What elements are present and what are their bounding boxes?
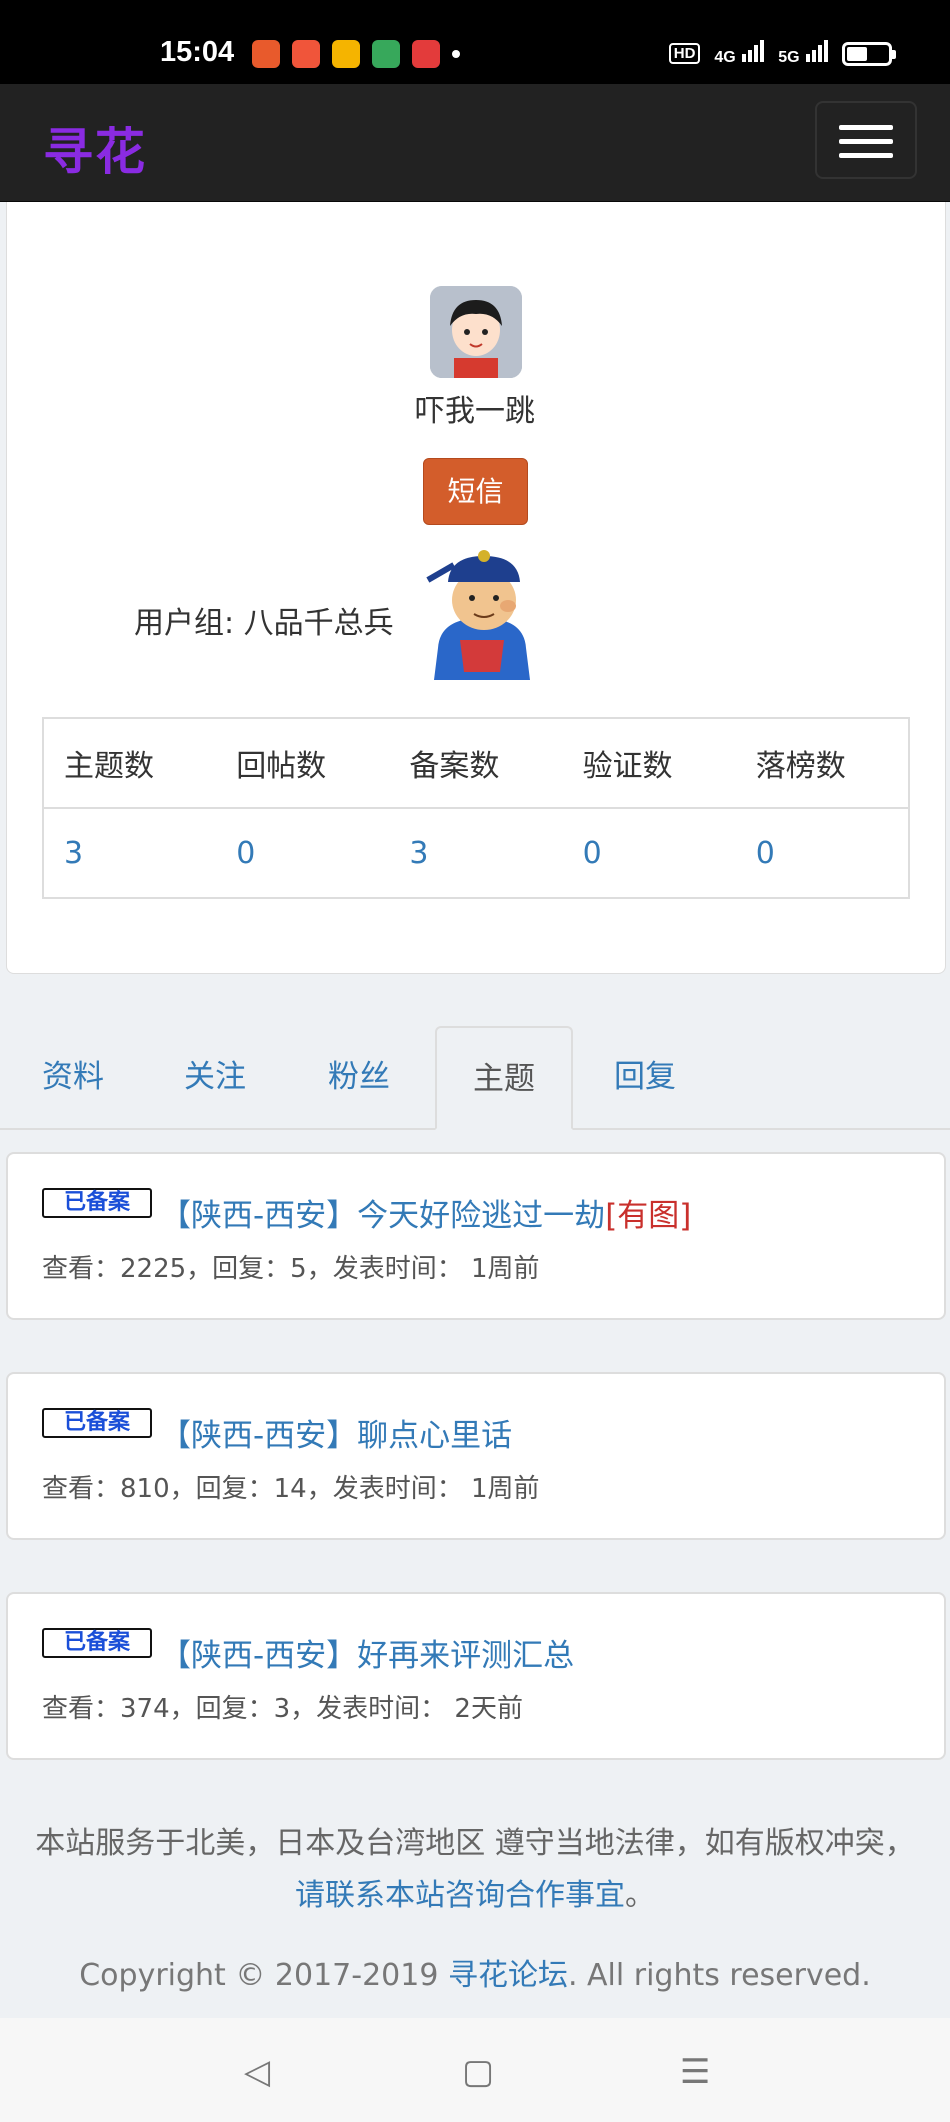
recents-menu-icon[interactable]: ☰: [680, 2052, 710, 2092]
more-notifications-dot: [452, 50, 460, 58]
topic-item: 已备案 【陕西-西安】今天好险逃过一劫[有图] 查看：2225，回复：5，发表时…: [6, 1152, 946, 1320]
app-notification-icon: [332, 40, 360, 68]
stat-header-verified: 验证数: [562, 718, 736, 809]
status-time: 15:04: [160, 36, 235, 68]
user-group-label: 用户组: 八品千总兵: [134, 606, 394, 641]
user-stats-table: 主题数 回帖数 备案数 验证数 落榜数 3 0 3 0 0: [42, 717, 910, 899]
stats-header-row: 主题数 回帖数 备案数 验证数 落榜数: [43, 718, 909, 809]
recorded-badge: 已备案: [42, 1408, 152, 1438]
hd-label: HD: [668, 43, 701, 64]
contact-link[interactable]: 请联系本站咨询合作事宜: [295, 1878, 625, 1913]
tab-profile[interactable]: 资料: [42, 1026, 104, 1130]
username: 吓我一跳: [415, 394, 535, 429]
app-notification-icon: [292, 40, 320, 68]
signal-icon: [742, 40, 765, 62]
recorded-badge: 已备案: [42, 1628, 152, 1658]
stats-value-row: 3 0 3 0 0: [43, 808, 909, 898]
back-icon[interactable]: ◁: [244, 2052, 270, 2092]
battery-icon: [842, 41, 896, 66]
topic-title-link[interactable]: 【陕西-西安】今天好险逃过一劫[有图]: [160, 1190, 691, 1235]
topic-meta: 查看：2225，回复：5，发表时间： 1周前: [42, 1254, 540, 1284]
home-icon[interactable]: ▢: [462, 2052, 494, 2092]
status-app-icons: [252, 40, 460, 68]
rank-avatar-image: [420, 548, 544, 684]
tab-topics[interactable]: 主题: [435, 1026, 573, 1130]
stat-value-replies[interactable]: 0: [216, 808, 389, 898]
topic-item: 已备案 【陕西-西安】聊点心里话 查看：810，回复：14，发表时间： 1周前: [6, 1372, 946, 1540]
signal-icon: [806, 40, 828, 62]
stat-header-topics: 主题数: [43, 718, 217, 809]
topic-meta: 查看：374，回复：3，发表时间： 2天前: [42, 1694, 523, 1724]
system-navigation-bar: ◁ ▢ ☰: [0, 2018, 950, 2122]
topic-title-link[interactable]: 【陕西-西安】好再来评测汇总: [160, 1630, 574, 1675]
network-4g-indicator: 4G: [714, 40, 765, 67]
footer-notice: 本站服务于北美，日本及台湾地区 遵守当地法律，如有版权冲突， 请联系本站咨询合作…: [35, 1826, 915, 1913]
stat-header-records: 备案数: [389, 718, 563, 809]
app-notification-icon: [252, 40, 280, 68]
copyright: Copyright © 2017-2019 寻花论坛. All rights r…: [79, 1958, 871, 1993]
site-navbar: 寻花: [0, 84, 950, 202]
sms-button[interactable]: 短信: [423, 458, 528, 525]
topic-title-link[interactable]: 【陕西-西安】聊点心里话: [160, 1410, 512, 1455]
stat-value-topics[interactable]: 3: [43, 808, 216, 898]
tab-followers[interactable]: 粉丝: [328, 1026, 390, 1130]
site-brand-link[interactable]: 寻花: [43, 112, 147, 184]
forum-home-link[interactable]: 寻花论坛: [448, 1958, 568, 1993]
tab-following[interactable]: 关注: [184, 1026, 246, 1130]
stat-value-rejected[interactable]: 0: [736, 808, 909, 898]
topic-item: 已备案 【陕西-西安】好再来评测汇总 查看：374，回复：3，发表时间： 2天前: [6, 1592, 946, 1760]
topic-meta: 查看：810，回复：14，发表时间： 1周前: [42, 1474, 540, 1504]
status-bar: 15:04 HD 4G 5G: [0, 0, 950, 84]
profile-tabs: 资料 关注 粉丝 主题 回复: [0, 1026, 950, 1130]
stat-header-rejected: 落榜数: [735, 718, 909, 809]
has-image-tag: [有图]: [605, 1198, 692, 1234]
network-5g-indicator: 5G: [778, 40, 828, 67]
recorded-badge: 已备案: [42, 1188, 152, 1218]
user-avatar: [430, 286, 522, 378]
stat-value-verified[interactable]: 0: [563, 808, 736, 898]
app-notification-icon: [412, 40, 440, 68]
system-indicators: HD 4G 5G: [668, 40, 896, 67]
app-notification-icon: [372, 40, 400, 68]
stat-header-replies: 回帖数: [216, 718, 390, 809]
stat-value-records[interactable]: 3: [389, 808, 562, 898]
tab-replies[interactable]: 回复: [614, 1026, 676, 1130]
hamburger-menu-icon[interactable]: [815, 101, 917, 179]
